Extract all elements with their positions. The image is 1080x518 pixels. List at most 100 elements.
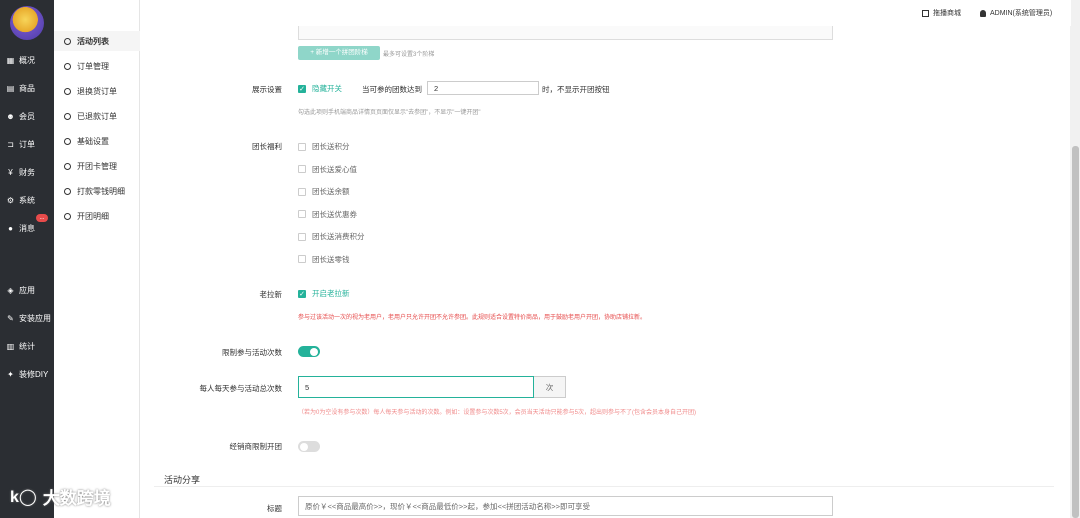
title-label: 标题 [267,504,282,513]
checkbox-box [298,210,306,218]
mall-link-label: 拖播商城 [933,10,961,17]
checkbox-box [298,165,306,173]
leader-option-checkbox[interactable]: 团长送零钱 [298,254,350,265]
display-label: 展示设置 [252,85,282,94]
leader-option-label: 团长送爱心值 [312,164,357,174]
subnav-item-label: 打款零钱明细 [77,186,125,196]
threshold-prefix: 当可参的团数达到 [362,85,422,94]
subnav-item-label: 开团明细 [77,211,109,221]
distributor-toggle[interactable] [298,441,320,452]
circle-icon [64,187,71,195]
scrollbar-thumb[interactable] [1072,146,1079,518]
check-icon: ✓ [298,289,306,298]
sidebar-item-2[interactable]: ☻ 会员 [0,106,54,126]
subnav-item-5[interactable]: 开团卡管理 [54,156,140,176]
toggle-knob [300,442,308,451]
sidebar-item-label: 统计 [19,341,35,351]
main-content: + 新增一个拼团阶梯 最多可设置3个阶梯 展示设置 ✓ 隐藏开关 当可参的团数达… [140,26,1070,518]
brush-icon: ✦ [7,369,14,379]
checkbox-box [298,187,306,196]
daily-count-input[interactable]: 5 [298,376,534,398]
threshold-input[interactable]: 2 [427,81,539,95]
sidebar-item-label: 系统 [19,195,35,205]
old-pull-checkbox[interactable]: ✓ 开启老拉新 [298,288,350,299]
grid-icon [922,9,929,17]
sidebar-item-label: 商品 [19,83,35,93]
subnav-item-2[interactable]: 退换货订单 [54,81,140,101]
share-title-input[interactable]: 原价￥<<商品最高价>>，现价￥<<商品最低价>>起，参加<<拼团活动名称>>即… [298,496,833,516]
checkbox-box [298,255,306,263]
sidebar-item-3[interactable]: ⊐ 订单 [0,134,54,154]
user-menu[interactable]: ADMIN(系统管理员) [980,8,1052,18]
mall-link[interactable]: 拖播商城 [922,8,961,18]
subnav-item-4[interactable]: 基础设置 [54,131,140,151]
threshold-suffix: 时，不显示开团按钮 [542,85,610,94]
subnav-item-label: 已退款订单 [77,111,117,121]
subnav-item-label: 订单管理 [77,61,109,71]
leader-option-checkbox[interactable]: 团长送优惠券 [298,209,357,220]
circle-icon [64,162,71,170]
sidebar-item-7[interactable]: ◈ 应用 [0,280,54,300]
check-icon: ✓ [298,84,306,93]
sidebar-item-1[interactable]: ▤ 商品 [0,78,54,98]
user-name: ADMIN(系统管理员) [990,10,1053,17]
hide-switch-label: 隐藏开关 [312,84,342,93]
leader-option-label: 团长送消费积分 [312,232,365,241]
checkbox-box [298,142,306,151]
sidebar-item-label: 安装应用 [19,313,51,323]
hide-switch-checkbox[interactable]: ✓ 隐藏开关 [298,83,342,94]
watermark-text: 大数跨境 [42,489,111,508]
daily-unit: 次 [534,376,566,398]
subnav-item-1[interactable]: 订单管理 [54,56,140,76]
sidebar-item-label: 财务 [19,167,35,177]
sidebar-item-label: 会员 [19,111,35,121]
limit-toggle[interactable] [298,346,320,357]
subnav-item-0[interactable]: 活动列表 [54,31,140,51]
sidebar-item-10[interactable]: ✦ 装修DIY [0,364,54,384]
yen-icon: ¥ [8,167,13,177]
circle-icon [64,212,71,220]
circle-icon [64,87,71,95]
circle-icon [64,112,71,120]
sidebar-item-4[interactable]: ¥ 财务 [0,162,54,182]
sidebar-item-5[interactable]: ⚙ 系统 [0,190,54,210]
checkbox-box [298,232,306,241]
subnav-item-7[interactable]: 开团明细 [54,206,140,226]
leader-option-checkbox[interactable]: 团长送积分 [298,141,350,152]
sidebar-item-9[interactable]: ▥ 统计 [0,336,54,356]
subnav-item-label: 退换货订单 [77,86,117,96]
leader-option-label: 团长送积分 [312,142,350,151]
add-tier-button[interactable]: + 新增一个拼团阶梯 [298,46,380,60]
display-hint: 勾选此项则手机端商品详情页页面仅显示"去参团"，不显示"一键开团" [298,110,481,116]
old-pull-option-label: 开启老拉新 [312,289,350,298]
tier-box [298,26,833,40]
sidebar-item-8[interactable]: ✎ 安装应用 [0,308,54,328]
sidebar-item-label: 装修DIY [19,369,49,379]
old-pull-warning: 参与过该活动一次的视为老用户，老用户只允许开团不允许参团。此规则适合设置特价商品… [298,315,647,321]
add-tier-hint: 最多可设置3个阶梯 [383,52,435,58]
sidebar-item-0[interactable]: ▦ 概况 [0,50,54,70]
circle-icon [64,137,71,145]
leader-option-checkbox[interactable]: 团长送余额 [298,186,350,197]
daily-label: 每人每天参与活动总次数 [199,384,283,393]
limit-label: 限制参与活动次数 [222,348,282,357]
circle-icon [64,37,71,45]
circle-icon [64,62,71,70]
subnav-item-label: 基础设置 [77,136,109,146]
toggle-knob [310,347,318,356]
avatar[interactable] [10,6,44,40]
subnav-item-6[interactable]: 打款零钱明细 [54,181,140,201]
leader-option-checkbox[interactable]: 团长送消费积分 [298,231,365,242]
leader-option-label: 团长送优惠券 [312,209,357,219]
leader-option-checkbox[interactable]: 团长送爱心值 [298,164,357,175]
overview-icon: ▦ [6,55,15,65]
cubes-icon: ◈ [7,285,14,295]
subnav-item-3[interactable]: 已退款订单 [54,106,140,126]
subnav-item-label: 活动列表 [77,36,109,46]
gears-icon: ⚙ [6,195,15,205]
sidebar-item-label: 应用 [19,285,35,295]
leader-label: 团长福利 [252,142,282,151]
chat-icon: ● [8,223,13,233]
sub-navigation [54,0,140,518]
user-icon [980,9,986,17]
